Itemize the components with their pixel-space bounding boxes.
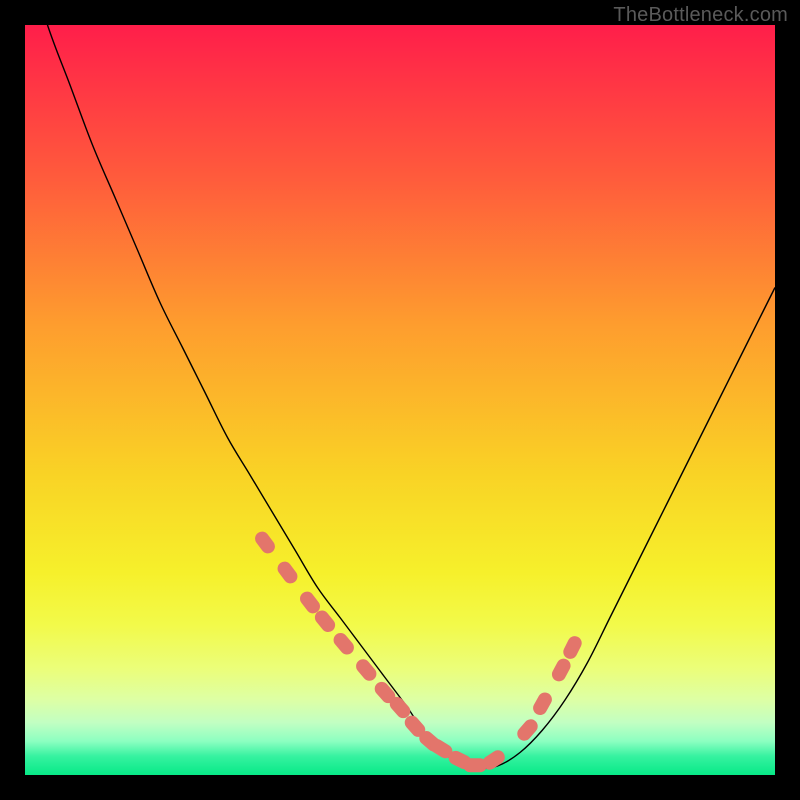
plot-background xyxy=(25,25,775,775)
watermark-text: TheBottleneck.com xyxy=(613,4,788,27)
chart-plot xyxy=(25,25,775,775)
chart-frame: TheBottleneck.com xyxy=(0,0,800,800)
